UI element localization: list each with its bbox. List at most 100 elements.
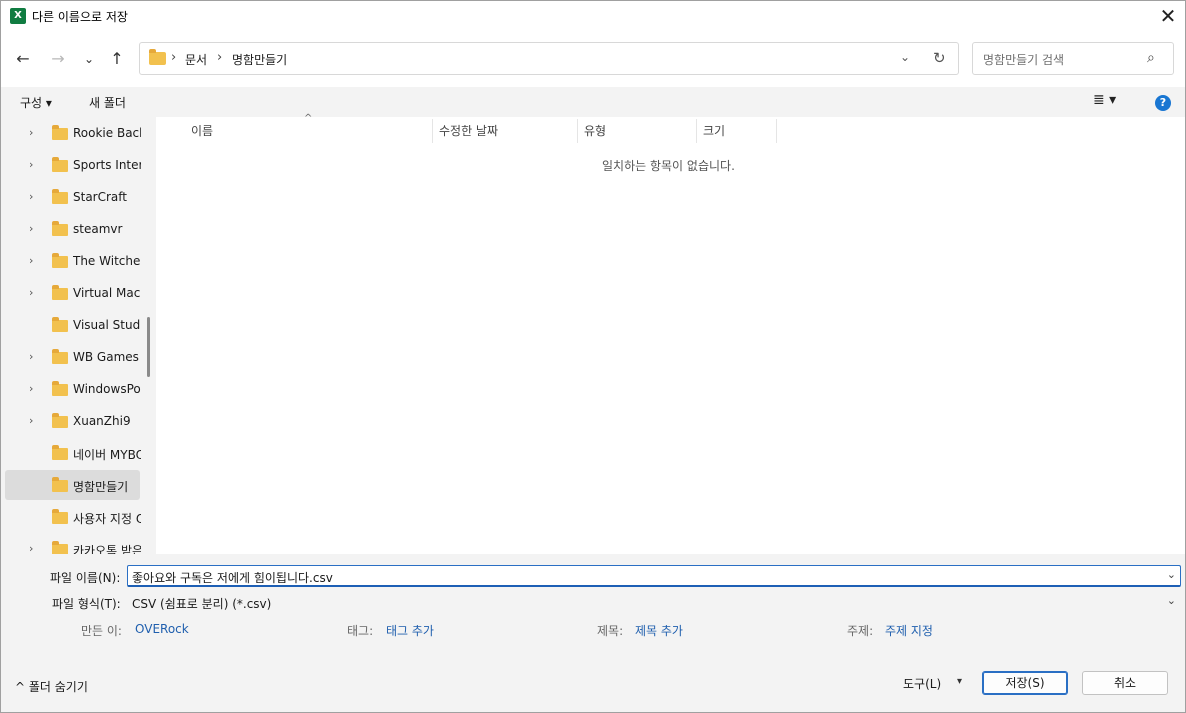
back-arrow-icon[interactable]: ← [11, 47, 35, 71]
view-options-icon[interactable]: ≣ ▾ [1093, 92, 1116, 108]
filename-value[interactable]: 좋아요와 구독은 저에게 힘이됩니다.csv [132, 569, 333, 586]
tools-menu-button[interactable]: 도구(L) [903, 675, 941, 692]
address-bar[interactable]: › 문서 › 명함만들기 ⌄ ↻ [139, 42, 959, 75]
address-dropdown-chevron-icon[interactable]: ⌄ [900, 50, 910, 64]
sidebar-item[interactable]: › steamvr [1, 214, 141, 244]
expand-chevron-icon[interactable]: › [29, 286, 33, 299]
tags-value[interactable]: 태그 추가 [386, 622, 434, 639]
sidebar-item-label: Virtual Machines [73, 286, 141, 300]
dialog-title: 다른 이름으로 저장 [32, 10, 128, 24]
sidebar-item-label: 카카오톡 받은 파일 [73, 544, 141, 554]
column-header-size[interactable]: 크기 [703, 122, 725, 139]
breadcrumb-current-folder[interactable]: 명함만들기 [232, 51, 287, 68]
title-value[interactable]: 제목 추가 [635, 622, 683, 639]
navigation-bar: ← → ⌄ ↑ › 문서 › 명함만들기 ⌄ ↻ 명함만들기 검색 ⌕ [1, 33, 1185, 87]
folder-icon [52, 221, 68, 236]
sidebar-item[interactable]: › WindowsPowerShell [1, 374, 141, 404]
sidebar-item[interactable]: › Rookie Backup [1, 118, 141, 148]
folder-icon [52, 349, 68, 364]
navigation-pane-scrollbar[interactable] [147, 317, 150, 377]
expand-chevron-icon[interactable]: › [29, 190, 33, 203]
sidebar-item[interactable]: › 카카오톡 받은 파일 [1, 534, 141, 554]
filetype-select[interactable]: CSV (쉼표로 분리) (*.csv) ⌄ [127, 591, 1181, 613]
sidebar-item[interactable]: 명함만들기 [5, 470, 140, 500]
search-input[interactable]: 명함만들기 검색 ⌕ [972, 42, 1174, 75]
author-label: 만든 이: [81, 624, 122, 638]
sidebar-item[interactable]: › Virtual Machines [1, 278, 141, 308]
organize-menu-button[interactable]: 구성 ▾ [20, 94, 52, 111]
folder-icon [52, 509, 68, 524]
column-header-name[interactable]: 이름 [191, 122, 213, 139]
title-bar: X 다른 이름으로 저장 ✕ [1, 1, 1185, 33]
column-divider[interactable] [776, 119, 777, 143]
folder-icon [149, 49, 166, 65]
sidebar-item-label: WB Games [73, 350, 139, 364]
forward-arrow-icon[interactable]: → [46, 47, 70, 71]
sidebar-item[interactable]: Visual Studio 2022 [1, 310, 141, 340]
search-icon[interactable]: ⌕ [1147, 50, 1155, 66]
folder-icon [52, 157, 68, 172]
sidebar-item-label: Sports Interactive [73, 158, 141, 172]
folder-icon [52, 125, 68, 140]
up-arrow-icon[interactable]: ↑ [105, 47, 129, 71]
expand-chevron-icon[interactable]: › [29, 126, 33, 139]
folder-icon [52, 413, 68, 428]
column-divider[interactable] [577, 119, 578, 143]
sidebar-item-label: Visual Studio 2022 [73, 318, 141, 332]
filetype-value[interactable]: CSV (쉼표로 분리) (*.csv) [132, 595, 271, 612]
save-options-panel: 파일 이름(N): 좋아요와 구독은 저에게 힘이됩니다.csv ⌄ 파일 형식… [1, 554, 1185, 654]
folder-icon [52, 317, 68, 332]
sidebar-item-label: 네이버 MYBOX [73, 448, 141, 462]
subject-value[interactable]: 주제 지정 [885, 622, 933, 639]
navigation-pane: › Rookie Backup › Sports Interactive › StarCr… [1, 117, 156, 554]
sidebar-item[interactable]: › Sports Interactive [1, 150, 141, 180]
sidebar-item[interactable]: 네이버 MYBOX [1, 438, 141, 468]
column-divider[interactable] [696, 119, 697, 143]
tags-label: 태그: [347, 624, 374, 638]
folder-icon [52, 285, 68, 300]
filetype-label: 파일 형식(T): [52, 597, 121, 611]
recent-locations-chevron-icon[interactable]: ⌄ [77, 47, 101, 71]
column-header-type[interactable]: 유형 [584, 122, 606, 139]
expand-chevron-icon[interactable]: › [29, 414, 33, 427]
expand-chevron-icon[interactable]: › [29, 542, 33, 554]
filename-label: 파일 이름(N): [50, 571, 121, 585]
refresh-icon[interactable]: ↻ [933, 49, 946, 67]
expand-chevron-icon[interactable]: › [29, 222, 33, 235]
folder-icon [52, 381, 68, 396]
sidebar-item[interactable]: › The Witcher 3 [1, 246, 141, 276]
help-icon[interactable]: ? [1155, 95, 1171, 111]
save-button[interactable]: 저장(S) [982, 671, 1068, 695]
sidebar-item-label: XuanZhi9 [73, 414, 131, 428]
filename-dropdown-chevron-icon[interactable]: ⌄ [1167, 568, 1176, 581]
sidebar-item[interactable]: › WB Games [1, 342, 141, 372]
sidebar-item-label: 명함만들기 [73, 480, 129, 494]
folder-icon [52, 541, 68, 554]
expand-chevron-icon[interactable]: › [29, 158, 33, 171]
filename-field[interactable]: 좋아요와 구독은 저에게 힘이됩니다.csv ⌄ [127, 565, 1181, 587]
filetype-dropdown-chevron-icon[interactable]: ⌄ [1167, 594, 1176, 607]
column-divider[interactable] [432, 119, 433, 143]
hide-folders-button[interactable]: ^ 폴더 숨기기 [15, 678, 88, 695]
close-button[interactable]: ✕ [1151, 1, 1185, 31]
cancel-button[interactable]: 취소 [1082, 671, 1168, 695]
title-label: 제목: [597, 624, 624, 638]
dialog-footer: ^ 폴더 숨기기 도구(L) ▾ 저장(S) 취소 [1, 654, 1185, 712]
sort-ascending-icon: ^ [304, 113, 313, 124]
file-list: ^ 이름 수정한 날짜 유형 크기 일치하는 항목이 없습니다. [156, 113, 1185, 554]
sidebar-item-label: The Witcher 3 [73, 254, 141, 268]
sidebar-item[interactable]: 사용자 지정 Office 서식 파일 [1, 502, 141, 532]
sidebar-item[interactable]: › StarCraft [1, 182, 141, 212]
column-header-modified[interactable]: 수정한 날짜 [439, 122, 498, 139]
author-value[interactable]: OVERock [135, 622, 189, 636]
new-folder-button[interactable]: 새 폴더 [89, 94, 126, 111]
breadcrumb-separator-icon: › [217, 50, 223, 65]
expand-chevron-icon[interactable]: › [29, 382, 33, 395]
expand-chevron-icon[interactable]: › [29, 350, 33, 363]
expand-chevron-icon[interactable]: › [29, 254, 33, 267]
sidebar-item-label: Rookie Backup [73, 126, 141, 140]
tools-dropdown-icon[interactable]: ▾ [957, 676, 962, 687]
breadcrumb-documents[interactable]: 문서 [185, 51, 207, 68]
sidebar-item[interactable]: › XuanZhi9 [1, 406, 141, 436]
save-as-dialog: X 다른 이름으로 저장 ✕ ← → ⌄ ↑ › 문서 › 명함만들기 ⌄ ↻ … [0, 0, 1186, 713]
